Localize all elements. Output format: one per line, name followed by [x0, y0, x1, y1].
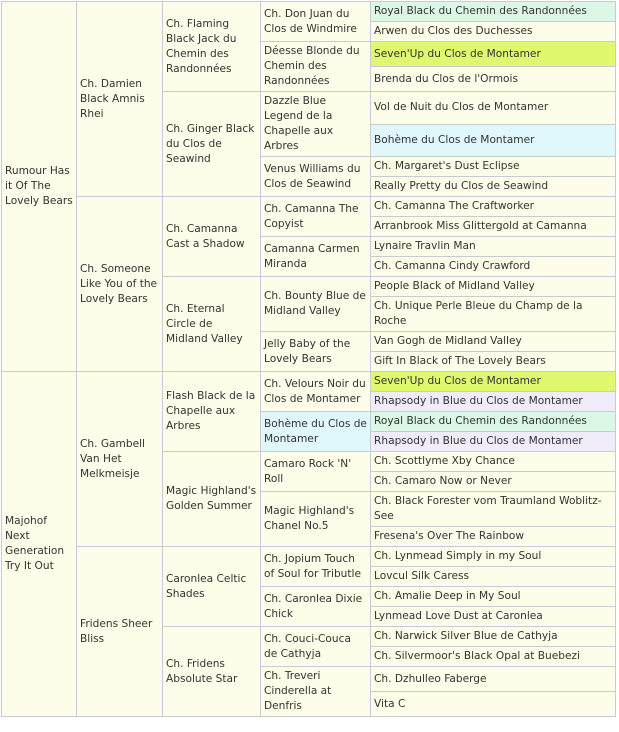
pedigree-row: Fridens Sheer Bliss Caronlea Celtic Shade…: [2, 546, 616, 717]
ancestor-cell-gen3: Ch. Camanna Cast a Shadow: [162, 196, 261, 277]
ancestor-cell-gen5: Ch. Black Forester vom Traumland Woblitz…: [370, 491, 616, 527]
ancestor-cell-gen3: Magic Highland's Golden Summer: [162, 451, 261, 547]
pedigree-body: Rumour Has it Of The Lovely Bears Ch. Dam…: [1, 1, 616, 717]
ancestor-cell-gen5: Bohème du Clos de Montamer: [370, 123, 616, 157]
ancestor-cell-gen5: Seven'Up du Clos de Montamer: [370, 371, 616, 392]
ancestor-cell-gen5: Ch. Dzhulleo Faberge: [370, 666, 616, 692]
ancestor-cell-gen3: Flash Black de la Chapelle aux Arbres: [162, 371, 261, 452]
ancestor-cell-gen5: Ch. Camanna The Craftworker: [370, 196, 616, 217]
ancestor-cell-gen5: Arwen du Clos des Duchesses: [370, 21, 616, 42]
ancestor-cell-gen5: Royal Black du Chemin des Randonnées: [370, 1, 616, 22]
ancestor-cell-gen3: Ch. Eternal Circle de Midland Valley: [162, 276, 261, 372]
ancestor-cell-gen5: Really Pretty du Clos de Seawind: [370, 176, 616, 197]
ancestor-cell-gen5: Vol de Nuit du Clos de Montamer: [370, 91, 616, 125]
ancestor-cell-gen4: Ch. Couci-Couca de Cathyja: [260, 626, 371, 667]
ancestor-cell-gen3: Caronlea Celtic Shades: [162, 546, 261, 627]
ancestor-cell-gen5: Lovcul Silk Caress: [370, 566, 616, 587]
ancestor-cell-gen4: Ch. Bounty Blue de Midland Valley: [260, 276, 371, 332]
pedigree-row: Majohof Next Generation Try It Out Ch. Ga…: [1, 371, 616, 717]
ancestor-cell-gen4: Jelly Baby of the Lovely Bears: [260, 331, 371, 372]
pedigree-row: Ch. Someone Like You of the Lovely Bears…: [2, 196, 616, 372]
ancestor-cell-gen4: Ch. Velours Noir du Clos de Montamer: [260, 371, 371, 412]
ancestor-cell-gen2: Ch. Damien Black Amnis Rhei: [76, 1, 163, 197]
ancestor-cell-gen4: Ch. Treveri Cinderella at Denfris: [260, 666, 371, 717]
ancestor-cell-gen5: Gift In Black of The Lovely Bears: [370, 351, 616, 372]
ancestor-cell-gen4: Camanna Carmen Miranda: [260, 236, 371, 277]
ancestor-cell-gen2: Ch. Someone Like You of the Lovely Bears: [76, 196, 163, 372]
ancestor-cell-gen5: People Black of Midland Valley: [370, 276, 616, 297]
ancestor-cell-gen5: Lynaire Travlin Man: [370, 236, 616, 257]
ancestor-cell-gen5: Arranbrook Miss Glittergold at Camanna: [370, 216, 616, 237]
ancestor-cell-gen5: Lynmead Love Dust at Caronlea: [370, 606, 616, 627]
ancestor-cell-gen5: Ch. Amalie Deep in My Soul: [370, 586, 616, 607]
ancestor-cell-gen5: Rhapsody in Blue du Clos de Montamer: [370, 431, 616, 452]
ancestor-cell-gen4: Bohème du Clos de Montamer: [260, 411, 371, 452]
ancestor-cell-gen5: Ch. Unique Perle Bleue du Champ de la Ro…: [370, 296, 616, 332]
ancestor-cell-gen5: Ch. Camaro Now or Never: [370, 471, 616, 492]
ancestor-cell-gen5: Rhapsody in Blue du Clos de Montamer: [370, 391, 616, 412]
ancestor-cell-gen3: Ch. Flaming Black Jack du Chemin des Ran…: [162, 1, 261, 92]
ancestor-cell-gen4: Ch. Camanna The Copyist: [260, 196, 371, 237]
ancestor-cell-gen5: Van Gogh de Midland Valley: [370, 331, 616, 352]
ancestor-cell-gen5: Seven'Up du Clos de Montamer: [370, 41, 616, 67]
ancestor-cell-gen5: Ch. Margaret's Dust Eclipse: [370, 156, 616, 177]
ancestor-cell-gen4: Camaro Rock 'N' Roll: [260, 451, 371, 492]
pedigree-table: Rumour Has it Of The Lovely Bears Ch. Dam…: [1, 1, 616, 717]
ancestor-cell-gen1: Majohof Next Generation Try It Out: [1, 371, 77, 717]
ancestor-cell-gen3: Ch. Fridens Absolute Star: [162, 626, 261, 717]
ancestor-cell-gen3: Ch. Ginger Black du Clos de Seawind: [162, 91, 261, 197]
ancestor-cell-gen4: Magic Highland's Chanel No.5: [260, 491, 371, 547]
ancestor-cell-gen5: Ch. Narwick Silver Blue de Cathyja: [370, 626, 616, 647]
ancestor-cell-gen2: Fridens Sheer Bliss: [76, 546, 163, 717]
pedigree-row: Rumour Has it Of The Lovely Bears Ch. Dam…: [1, 1, 616, 372]
ancestor-cell-gen4: Ch. Caronlea Dixie Chick: [260, 586, 371, 627]
ancestor-cell-gen5: Ch. Scottlyme Xby Chance: [370, 451, 616, 472]
ancestor-cell-gen5: Fresena's Over The Rainbow: [370, 526, 616, 547]
ancestor-cell-gen4: Venus Williams du Clos de Seawind: [260, 156, 371, 197]
ancestor-cell-gen5: Ch. Lynmead Simply in my Soul: [370, 546, 616, 567]
ancestor-cell-gen5: Vita C: [370, 691, 616, 717]
ancestor-cell-gen4: Ch. Jopium Touch of Soul for Tributle: [260, 546, 371, 587]
ancestor-cell-gen5: Royal Black du Chemin des Randonnées: [370, 411, 616, 432]
ancestor-cell-gen2: Ch. Gambell Van Het Melkmeisje: [76, 371, 163, 547]
ancestor-cell-gen5: Ch. Camanna Cindy Crawford: [370, 256, 616, 277]
ancestor-cell-gen5: Brenda du Clos de l'Ormois: [370, 66, 616, 92]
ancestor-cell-gen4: Dazzle Blue Legend de la Chapelle aux Ar…: [260, 91, 371, 157]
ancestor-cell-gen1: Rumour Has it Of The Lovely Bears: [1, 1, 77, 372]
ancestor-cell-gen4: Ch. Don Juan du Clos de Windmire: [260, 1, 371, 42]
ancestor-cell-gen5: Ch. Silvermoor's Black Opal at Buebezi: [370, 646, 616, 667]
ancestor-cell-gen4: Déesse Blonde du Chemin des Randonnées: [260, 41, 371, 92]
